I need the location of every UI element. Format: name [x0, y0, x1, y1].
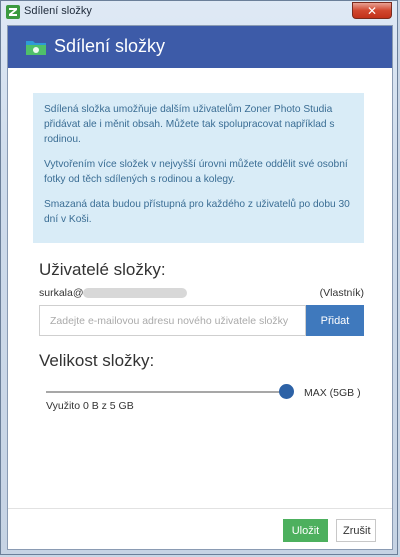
save-button[interactable]: Uložit — [283, 519, 328, 542]
info-paragraph: Smazaná data budou přístupná pro každého… — [44, 199, 350, 225]
info-paragraph: Sdílená složka umožňuje dalším uživatelů… — [44, 104, 335, 145]
window-title: Sdílení složky — [24, 5, 92, 17]
close-button[interactable]: ✕ — [352, 2, 392, 19]
size-slider-fill — [46, 391, 286, 393]
size-slider-track[interactable] — [46, 384, 294, 399]
shared-folder-icon — [26, 41, 46, 55]
dialog-window: Sdílení složky ✕ Sdílení složky Sdílená … — [0, 0, 398, 555]
close-icon: ✕ — [366, 3, 378, 18]
size-heading: Velikost složky: — [39, 351, 155, 370]
add-user-button[interactable]: Přidat — [306, 305, 364, 336]
usage-text: Využito 0 B z 5 GB — [46, 400, 134, 412]
dialog-content: Sdílení složky Sdílená složka umožňuje d… — [7, 25, 393, 550]
info-paragraph: Vytvořením více složek v nejvyšší úrovni… — [44, 159, 348, 185]
title-bar[interactable]: Sdílení složky ✕ — [1, 1, 397, 23]
info-box: Sdílená složka umožňuje dalším uživatelů… — [33, 93, 364, 243]
owner-role-label: (Vlastník) — [319, 287, 364, 299]
footer-divider — [8, 508, 392, 509]
new-user-email-input[interactable] — [39, 305, 306, 336]
zoner-app-icon — [6, 5, 20, 19]
dialog-header: Sdílení složky — [8, 26, 392, 68]
size-slider-thumb[interactable] — [279, 384, 294, 399]
cancel-button[interactable]: Zrušit — [336, 519, 376, 542]
users-heading: Uživatelé složky: — [39, 260, 166, 279]
owner-email: surkala@ — [39, 287, 84, 299]
size-max-label: MAX (5GB ) — [304, 387, 361, 399]
redacted-email-mask — [83, 288, 187, 298]
dialog-heading: Sdílení složky — [54, 36, 166, 56]
